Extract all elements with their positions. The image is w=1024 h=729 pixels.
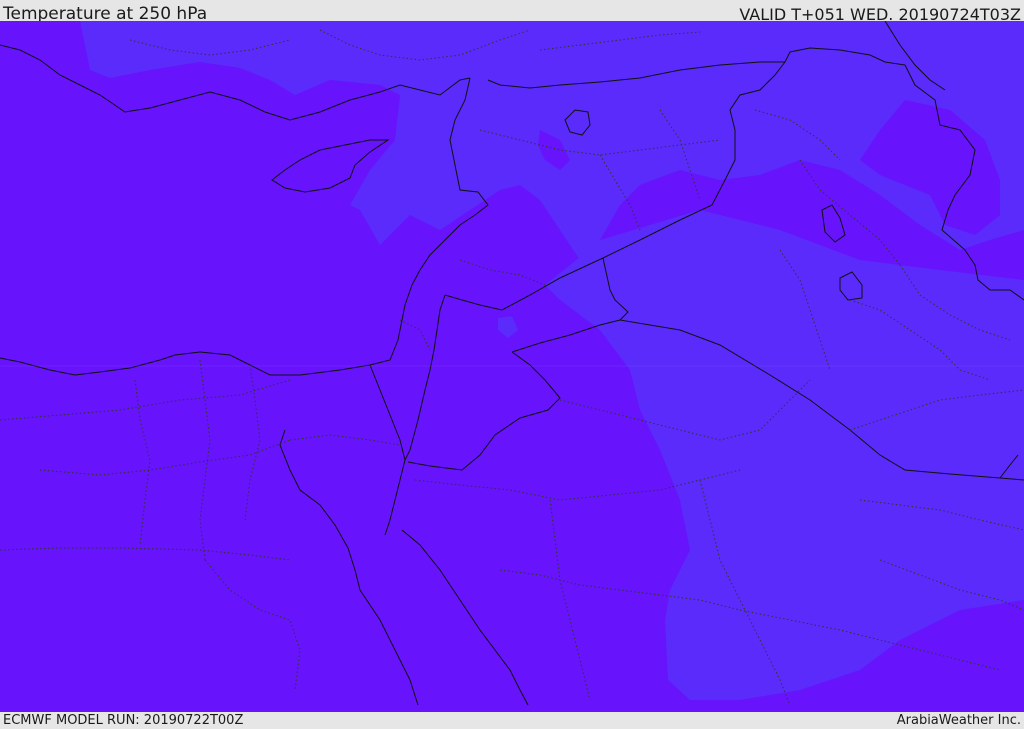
header-bar: Temperature at 250 hPa VALID T+051 WED. … [0, 0, 1024, 24]
footer-bar: ECMWF MODEL RUN: 20190722T00Z ArabiaWeat… [0, 712, 1024, 729]
temperature-map[interactable] [0, 21, 1024, 712]
model-run-label: ECMWF MODEL RUN: 20190722T00Z [3, 713, 244, 728]
credit-label: ArabiaWeather Inc. [896, 713, 1021, 728]
